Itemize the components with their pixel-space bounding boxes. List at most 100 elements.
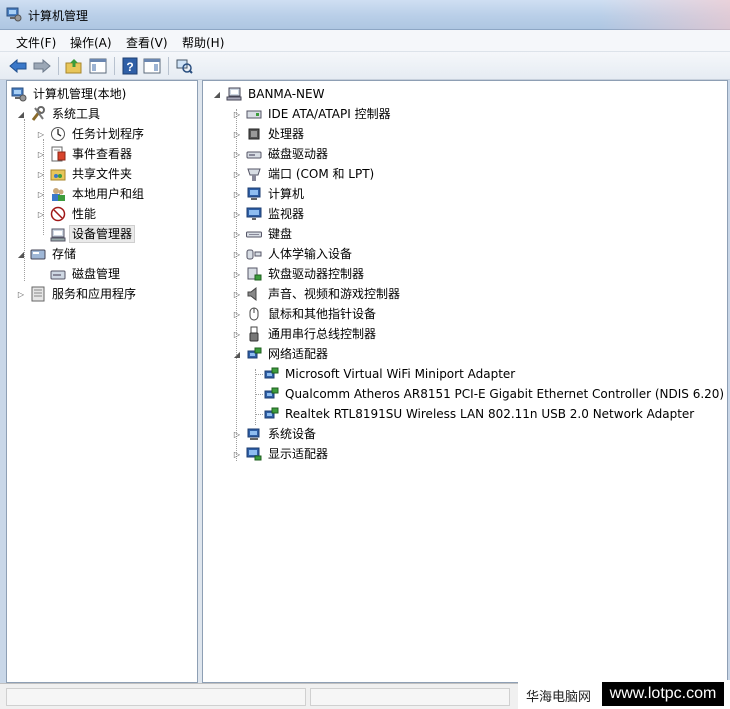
device-category-label: 声音、视频和游戏控制器 <box>268 287 401 301</box>
collapsed-arrow-icon[interactable]: ▷ <box>231 308 243 320</box>
tree-item-disk-management[interactable]: 磁盘管理 <box>50 264 122 284</box>
collapsed-arrow-icon[interactable]: ▷ <box>35 148 47 160</box>
show-hide-tree-button[interactable] <box>88 56 108 76</box>
tree-item-root[interactable]: 计算机管理(本地) <box>11 84 128 104</box>
tree-item-services-apps[interactable]: ▷ 服务和应用程序 <box>15 284 138 304</box>
collapsed-arrow-icon[interactable]: ▷ <box>231 288 243 300</box>
device-category-label: 人体学输入设备 <box>268 247 353 261</box>
tree-item-event-viewer[interactable]: ▷ 事件查看器 <box>35 144 134 164</box>
show-hide-action-pane-button[interactable] <box>142 56 162 76</box>
computer-icon <box>226 87 242 101</box>
device-tree-root[interactable]: ◢ BANMA-NEW <box>211 84 326 104</box>
network-adapter-item[interactable]: Qualcomm Atheros AR8151 PCI-E Gigabit Et… <box>263 384 726 404</box>
tree-item-label: 事件查看器 <box>72 147 133 161</box>
menu-help[interactable]: 帮助(H) <box>182 34 224 51</box>
collapsed-arrow-icon[interactable]: ▷ <box>231 168 243 180</box>
device-category-computer[interactable]: ▷ 计算机 <box>231 184 306 204</box>
expanded-arrow-icon[interactable]: ◢ <box>15 108 27 120</box>
expanded-arrow-icon[interactable]: ◢ <box>231 348 243 360</box>
tree-item-label: 任务计划程序 <box>72 127 145 141</box>
device-category-label: 键盘 <box>268 227 293 241</box>
device-category-floppy[interactable]: ▷ 软盘驱动器控制器 <box>231 264 366 284</box>
tree-item-performance[interactable]: ▷ 性能 <box>35 204 98 224</box>
tree-item-task-scheduler[interactable]: ▷ 任务计划程序 <box>35 124 146 144</box>
hid-icon <box>246 249 262 260</box>
menu-file[interactable]: 文件(F) <box>16 34 56 51</box>
expanded-arrow-icon[interactable]: ◢ <box>211 88 223 100</box>
scan-hardware-button[interactable] <box>174 56 194 76</box>
processor-icon <box>248 128 260 140</box>
device-category-disk[interactable]: ▷ 磁盘驱动器 <box>231 144 330 164</box>
tree-item-label: 本地用户和组 <box>72 187 145 201</box>
tree-item-label: 系统工具 <box>52 107 101 121</box>
device-category-label: 网络适配器 <box>268 347 329 361</box>
device-category-processor[interactable]: ▷ 处理器 <box>231 124 306 144</box>
expanded-arrow-icon[interactable]: ◢ <box>15 248 27 260</box>
window-title: 计算机管理 <box>28 9 89 23</box>
mouse-icon <box>249 307 259 321</box>
tree-item-label: 性能 <box>72 207 97 221</box>
sound-icon <box>247 286 257 302</box>
display-adapter-icon <box>246 447 262 461</box>
tree-item-device-manager[interactable]: 设备管理器 <box>50 224 136 244</box>
device-category-network[interactable]: ◢ 网络适配器 <box>231 344 330 364</box>
device-tree: ◢ BANMA-NEW ▷ IDE ATA/ATAPI 控制器 ▷ 处理器 ▷ … <box>202 80 728 683</box>
network-adapter-icon <box>264 387 279 399</box>
toolbar: ? <box>0 52 730 80</box>
collapsed-arrow-icon[interactable]: ▷ <box>231 108 243 120</box>
tree-item-system-tools[interactable]: ◢ 系统工具 <box>15 104 102 124</box>
up-level-button[interactable] <box>64 56 84 76</box>
menu-bar: 文件(F) 操作(A) 查看(V) 帮助(H) <box>0 30 730 52</box>
scan-hardware-icon <box>176 59 193 74</box>
collapsed-arrow-icon[interactable]: ▷ <box>35 188 47 200</box>
collapsed-arrow-icon[interactable]: ▷ <box>231 248 243 260</box>
tree-item-local-users[interactable]: ▷ 本地用户和组 <box>35 184 146 204</box>
collapsed-arrow-icon[interactable]: ▷ <box>231 148 243 160</box>
network-adapter-label: Qualcomm Atheros AR8151 PCI-E Gigabit Et… <box>285 387 725 401</box>
device-category-sound[interactable]: ▷ 声音、视频和游戏控制器 <box>231 284 402 304</box>
network-adapter-item[interactable]: Microsoft Virtual WiFi Miniport Adapter <box>263 364 517 384</box>
help-button[interactable]: ? <box>120 56 140 76</box>
storage-icon <box>30 249 46 260</box>
menu-action[interactable]: 操作(A) <box>70 34 112 51</box>
collapsed-arrow-icon[interactable]: ▷ <box>231 428 243 440</box>
menu-view[interactable]: 查看(V) <box>126 34 168 51</box>
tree-item-shared-folders[interactable]: ▷ 共享文件夹 <box>35 164 134 184</box>
collapsed-arrow-icon[interactable]: ▷ <box>231 268 243 280</box>
users-icon <box>52 188 65 201</box>
device-category-display[interactable]: ▷ 显示适配器 <box>231 444 330 464</box>
device-category-label: 系统设备 <box>268 427 317 441</box>
back-arrow-icon <box>9 59 27 73</box>
performance-icon <box>50 206 66 222</box>
collapsed-arrow-icon[interactable]: ▷ <box>231 448 243 460</box>
computer-management-icon <box>11 87 27 102</box>
device-category-label: 计算机 <box>268 187 305 201</box>
toolbar-separator <box>58 57 59 75</box>
toolbar-separator <box>168 57 169 75</box>
device-category-monitor[interactable]: ▷ 监视器 <box>231 204 306 224</box>
collapsed-arrow-icon[interactable]: ▷ <box>35 128 47 140</box>
device-category-ports[interactable]: ▷ 端口 (COM 和 LPT) <box>231 164 376 184</box>
collapsed-arrow-icon[interactable]: ▷ <box>35 168 47 180</box>
network-adapter-item[interactable]: Realtek RTL8191SU Wireless LAN 802.11n U… <box>263 404 696 424</box>
collapsed-arrow-icon[interactable]: ▷ <box>231 188 243 200</box>
device-category-hid[interactable]: ▷ 人体学输入设备 <box>231 244 354 264</box>
toolbar-separator <box>114 57 115 75</box>
back-button[interactable] <box>8 56 28 76</box>
collapsed-arrow-icon[interactable]: ▷ <box>231 128 243 140</box>
network-adapter-icon <box>264 367 279 379</box>
device-category-mouse[interactable]: ▷ 鼠标和其他指针设备 <box>231 304 378 324</box>
device-category-usb[interactable]: ▷ 通用串行总线控制器 <box>231 324 378 344</box>
collapsed-arrow-icon[interactable]: ▷ <box>15 288 27 300</box>
collapsed-arrow-icon[interactable]: ▷ <box>231 328 243 340</box>
collapsed-arrow-icon[interactable]: ▷ <box>231 228 243 240</box>
forward-button[interactable] <box>32 56 52 76</box>
collapsed-arrow-icon[interactable]: ▷ <box>231 208 243 220</box>
device-category-system[interactable]: ▷ 系统设备 <box>231 424 318 444</box>
device-category-label: 鼠标和其他指针设备 <box>268 307 377 321</box>
device-category-keyboard[interactable]: ▷ 键盘 <box>231 224 294 244</box>
collapsed-arrow-icon[interactable]: ▷ <box>35 208 47 220</box>
ide-controller-icon <box>246 110 262 119</box>
tree-item-storage[interactable]: ◢ 存储 <box>15 244 78 264</box>
device-category-ide[interactable]: ▷ IDE ATA/ATAPI 控制器 <box>231 104 393 124</box>
